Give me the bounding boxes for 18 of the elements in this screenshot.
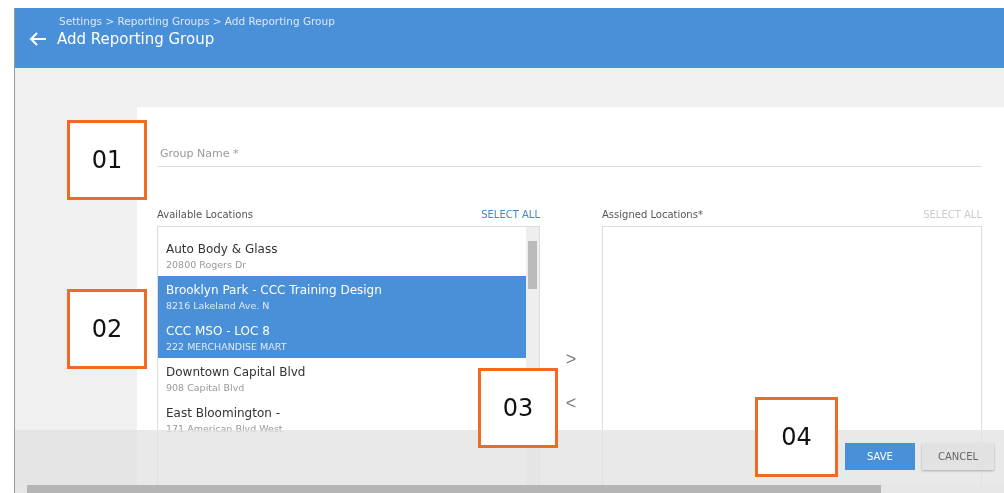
callout-tooltip: 04	[755, 397, 838, 477]
horizontal-scrollbar[interactable]	[15, 485, 1004, 493]
page-title: Add Reporting Group	[57, 30, 215, 48]
move-button[interactable]: <	[561, 389, 581, 417]
location-item[interactable]: Auto Body & Glass 20800 Rogers Dr	[158, 235, 526, 276]
save-button[interactable]: SAVE	[845, 443, 915, 470]
location-item[interactable]: Brooklyn Park - CCC Training Design 8216 Lakeland Ave. N	[158, 276, 526, 317]
breadcrumb: Settings > Reporting Groups > Add Reporting Group	[58, 15, 336, 27]
list-label: Available Locations	[157, 209, 253, 222]
callout-tooltip: 02	[67, 289, 147, 369]
list-label: Assigned Locations*	[602, 209, 703, 222]
callout-tooltip: 01	[67, 120, 147, 200]
move-button[interactable]: >	[561, 345, 581, 373]
callout-tooltip: 03	[478, 368, 558, 448]
cancel-button[interactable]: CANCEL	[922, 443, 994, 470]
select-all-link[interactable]: SELECT ALL	[481, 209, 540, 226]
location-item[interactable]: CCC MSO - LOC 8 222 MERCHANDISE MART	[158, 317, 526, 358]
back-arrow-icon[interactable]	[29, 31, 47, 47]
